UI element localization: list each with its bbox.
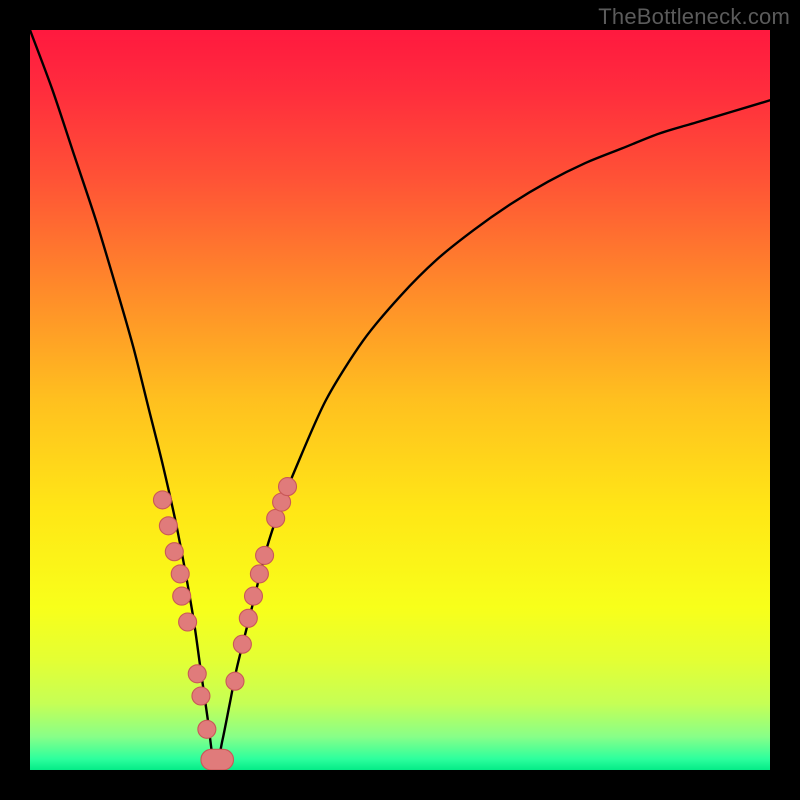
frame: TheBottleneck.com	[0, 0, 800, 800]
marker-dot-icon	[171, 565, 189, 583]
marker-dot-icon	[226, 672, 244, 690]
marker-dot-icon	[192, 687, 210, 705]
marker-dot-icon	[198, 720, 216, 738]
watermark-text: TheBottleneck.com	[598, 4, 790, 30]
marker-dot-icon	[256, 546, 274, 564]
marker-dot-icon	[153, 491, 171, 509]
plot-area	[30, 30, 770, 770]
marker-dot-icon	[159, 517, 177, 535]
marker-bottom-pill	[201, 749, 234, 770]
marker-dot-icon	[244, 587, 262, 605]
marker-dot-icon	[165, 543, 183, 561]
marker-dot-icon	[188, 665, 206, 683]
marker-dot-icon	[179, 613, 197, 631]
marker-dot-icon	[173, 587, 191, 605]
marker-dot-icon	[233, 635, 251, 653]
bottleneck-curve	[30, 30, 770, 770]
curve-layer	[30, 30, 770, 770]
marker-dot-icon	[267, 509, 285, 527]
marker-dot-icon	[250, 565, 268, 583]
marker-dot-icon	[239, 609, 257, 627]
marker-dot-icon	[279, 478, 297, 496]
